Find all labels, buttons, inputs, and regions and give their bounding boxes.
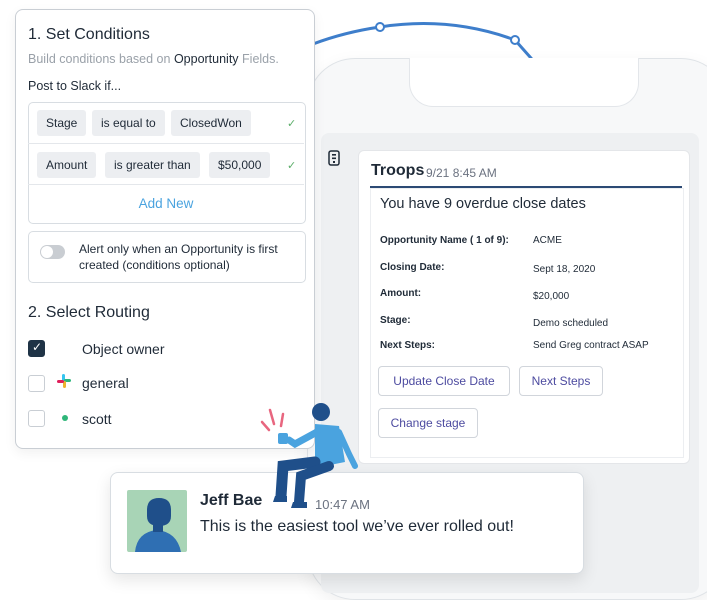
change-stage-button[interactable]: Change stage — [378, 408, 478, 438]
select-routing-title: 2. Select Routing — [28, 304, 150, 321]
chat-message-text: This is the easiest tool we’ve ever roll… — [200, 518, 514, 535]
field-label: Amount: — [380, 288, 422, 299]
connector-node — [375, 22, 385, 32]
next-steps-button[interactable]: Next Steps — [519, 366, 603, 396]
post-to-slack-label: Post to Slack if... — [28, 79, 122, 93]
field-label: Stage: — [380, 315, 411, 326]
routing-option-label: general — [82, 375, 129, 391]
person-illustration-icon — [260, 403, 358, 508]
check-icon: ✓ — [287, 160, 297, 172]
slack-icon — [57, 374, 71, 388]
object-owner-checkbox[interactable]: ✓ — [28, 340, 45, 357]
alert-toggle-label: Alert only when an Opportunity is first … — [79, 242, 278, 272]
scott-user-checkbox[interactable] — [28, 410, 45, 427]
condition-operator-chip[interactable]: is equal to — [92, 110, 165, 136]
field-label: Closing Date: — [380, 262, 445, 273]
row-divider — [28, 184, 304, 185]
slack-message-header: Troops 9/21 8:45 AM — [370, 160, 682, 188]
set-conditions-title: 1. Set Conditions — [28, 26, 150, 43]
condition-value-chip[interactable]: ClosedWon — [171, 110, 251, 136]
field-label: Next Steps: — [380, 340, 436, 351]
app-name: Troops — [371, 162, 425, 179]
field-value: Send Greg contract ASAP — [533, 340, 649, 351]
add-new-condition-link[interactable]: Add New — [28, 196, 304, 211]
connector-node — [510, 35, 520, 45]
condition-field-chip[interactable]: Amount — [37, 152, 97, 178]
subtitle-prefix: Build conditions based on — [28, 52, 174, 66]
routing-option-label: Object owner — [82, 341, 165, 357]
phone-notch — [409, 58, 639, 107]
checkmark-icon: ✓ — [32, 340, 43, 354]
condition-value-chip[interactable]: $50,000 — [209, 152, 271, 178]
field-value: ACME — [533, 235, 562, 246]
field-value: Demo scheduled — [533, 318, 609, 329]
condition-operator-chip[interactable]: is greater than — [105, 152, 200, 178]
online-dot-icon — [62, 415, 68, 421]
troops-app-icon — [328, 150, 340, 166]
chat-author-name: Jeff Bae — [200, 492, 263, 509]
update-close-date-button[interactable]: Update Close Date — [378, 366, 510, 396]
check-icon: ✓ — [287, 118, 297, 130]
routing-option-label: scott — [82, 411, 112, 427]
condition-field-chip[interactable]: Stage — [37, 110, 87, 136]
general-channel-checkbox[interactable] — [28, 375, 45, 392]
message-time: 9/21 8:45 AM — [426, 166, 497, 180]
field-label: Opportunity Name ( 1 of 9): — [380, 235, 509, 246]
subtitle-object: Opportunity — [173, 52, 239, 66]
toggle-knob — [41, 246, 53, 258]
conditions-subtitle: Build conditions based on Opportunity Fi… — [28, 52, 279, 66]
row-divider — [28, 143, 304, 144]
subtitle-suffix: Fields. — [238, 52, 279, 66]
field-value: $20,000 — [533, 291, 570, 302]
message-title: You have 9 overdue close dates — [380, 196, 586, 212]
field-value: Sept 18, 2020 — [533, 264, 596, 275]
avatar — [127, 490, 187, 552]
person-avatar-icon — [135, 498, 181, 552]
